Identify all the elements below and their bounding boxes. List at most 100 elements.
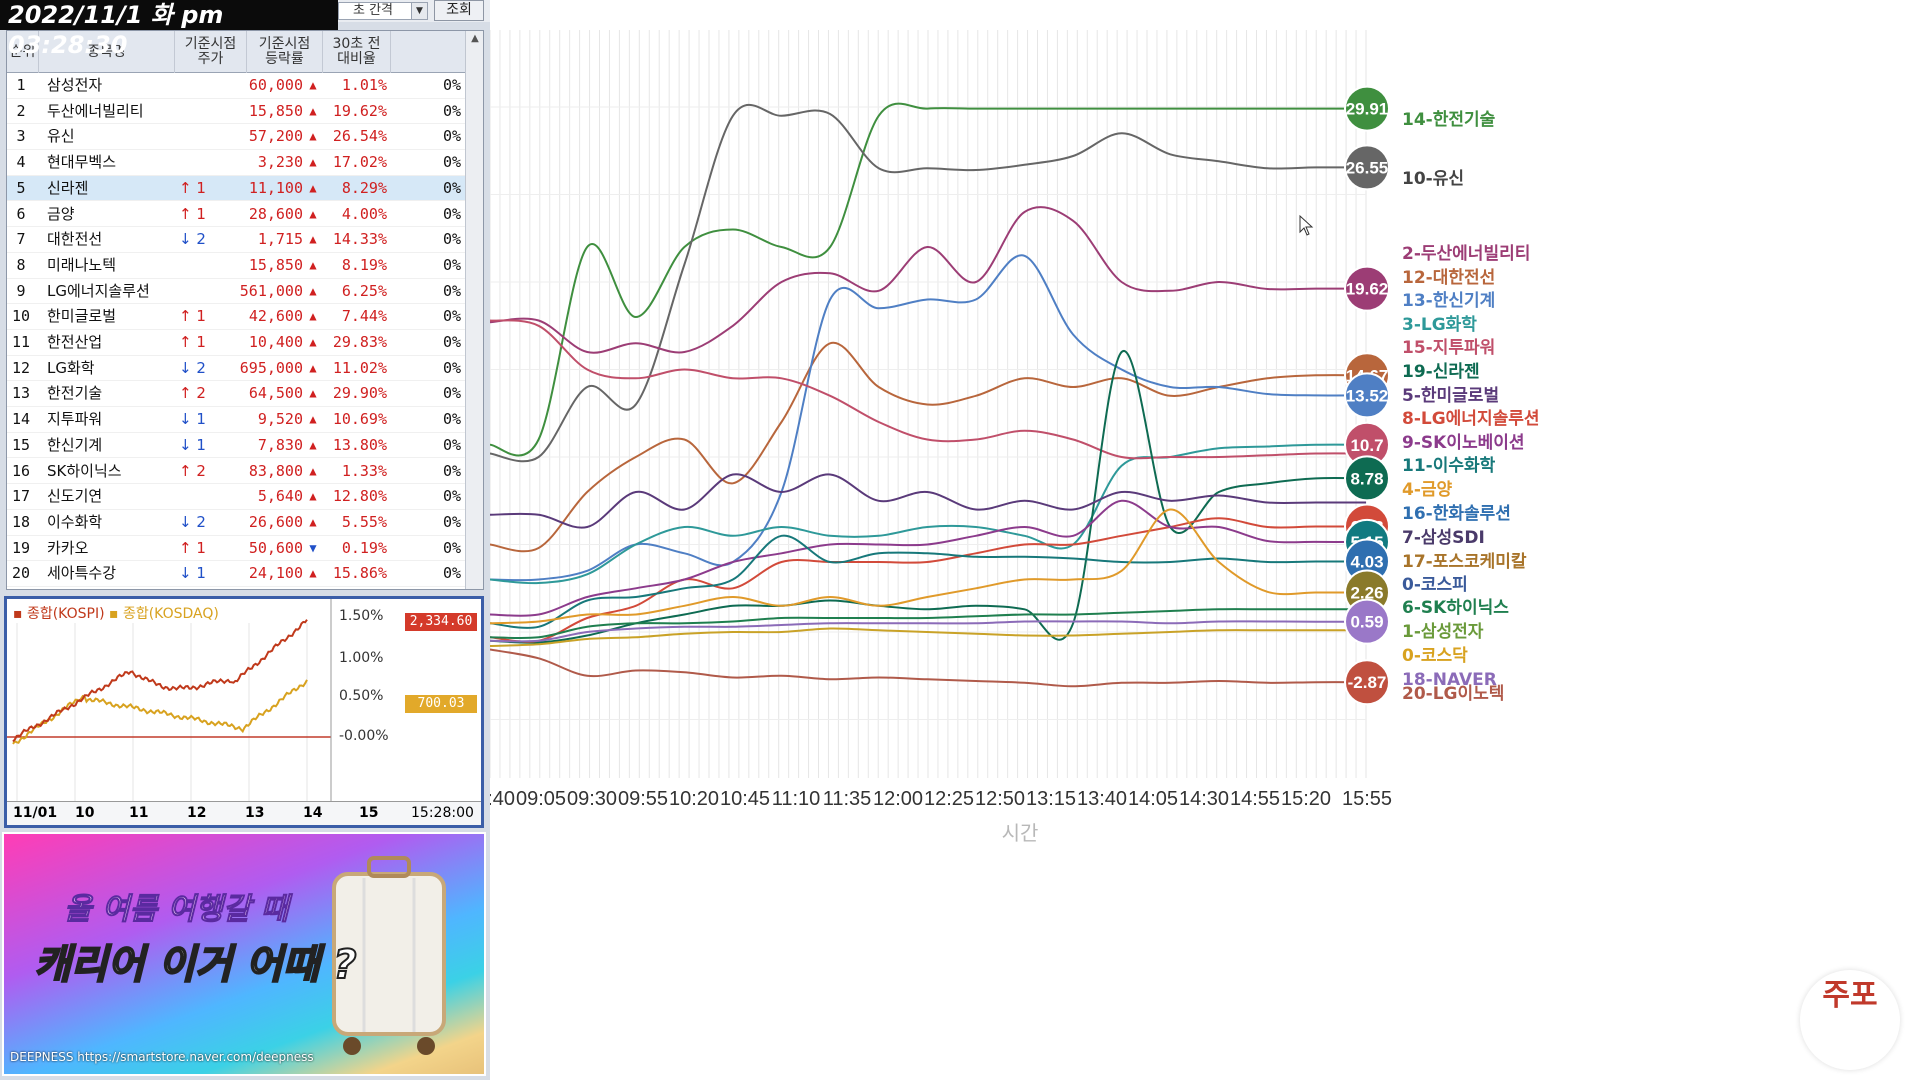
table-row[interactable]: 5 신라젠 ↑ 1 11,100 ▲ 8.29% 0% [7, 175, 465, 202]
x-tick-label: 14:55 [1230, 788, 1280, 810]
change-30s-cell: 0% [442, 487, 461, 506]
ad-headline-1: 올 여름 여행갈 때 [64, 892, 290, 928]
change-rate-cell: 26.54% [332, 127, 387, 146]
up-triangle-icon: ▲ [309, 283, 317, 298]
up-triangle-icon: ▲ [309, 566, 317, 581]
x-tick-label: 09:30 [567, 788, 617, 810]
down-triangle-icon: ▼ [309, 540, 317, 555]
legend-kospi: ▪ 종합(KOSPI) [13, 606, 105, 622]
rank-cell: 3 [16, 127, 26, 146]
table-row[interactable]: 7 대한전선 ↓ 2 1,715 ▲ 14.33% 0% [7, 227, 465, 253]
series-end-label: 15-지투파워 [1402, 338, 1495, 358]
x-tick-label: 14:05 [1128, 788, 1178, 810]
change-30s-cell: 0% [442, 461, 461, 480]
series-end-label: 2-두산에너빌리티 [1402, 244, 1530, 264]
legend-kosdaq: ▪ 종합(KOSDAQ) [108, 606, 219, 622]
x-tick-label: 11:10 [772, 788, 821, 810]
scroll-up-icon[interactable]: ▲ [469, 33, 481, 45]
table-row[interactable]: 9 LG에너지솔루션 561,000 ▲ 6.25% 0% [7, 279, 465, 305]
price-cell: 561,000 [239, 281, 303, 300]
x-tick-label: 08:40 [490, 788, 515, 810]
stock-name-cell: 세아특수강 [47, 564, 117, 583]
series-end-label: 4-금양 [1402, 480, 1453, 500]
series-end-label: 1-삼성전자 [1402, 622, 1484, 642]
series-end-label: 11-이수화학 [1402, 456, 1496, 476]
table-row[interactable]: 16 SK하이닉스 ↑ 2 83,800 ▲ 1.33% 0% [7, 459, 465, 485]
table-row[interactable]: 15 한신기계 ↓ 1 7,830 ▲ 13.80% 0% [7, 433, 465, 459]
table-row[interactable]: 14 지투파워 ↓ 1 9,520 ▲ 10.69% 0% [7, 407, 465, 433]
interval-label: 초 간격 [353, 3, 394, 18]
idx-time-label: 15:28:00 [411, 805, 474, 821]
table-row[interactable]: 1 삼성전자 60,000 ▲ 1.01% 0% [7, 73, 465, 99]
rank-move-cell: ↑ 2 [179, 384, 206, 403]
table-row[interactable]: 17 신도기연 5,640 ▲ 12.80% 0% [7, 484, 465, 510]
rank-cell: 10 [11, 307, 31, 326]
query-button[interactable]: 조회 [434, 0, 484, 21]
rank-table-scrollbar[interactable]: ▲ [465, 31, 483, 589]
rank-cell: 8 [16, 255, 26, 274]
idx-y-tick: 1.50% [339, 608, 383, 624]
rank-cell: 5 [16, 178, 26, 197]
header-30s-change[interactable]: 30초 전 대비율 [323, 31, 391, 73]
bubble-value-label: 19.62 [1346, 280, 1389, 299]
rank-move-cell: ↓ 2 [179, 512, 206, 531]
price-cell: 1,715 [257, 230, 303, 249]
change-30s-cell: 0% [442, 255, 461, 274]
change-rate-cell: 29.90% [332, 384, 387, 403]
price-cell: 5,640 [257, 487, 303, 506]
table-row[interactable]: 12 LG화학 ↓ 2 695,000 ▲ 11.02% 0% [7, 356, 465, 382]
price-cell: 15,850 [248, 101, 303, 120]
price-cell: 26,600 [248, 512, 303, 531]
table-row[interactable]: 18 이수화학 ↓ 2 26,600 ▲ 5.55% 0% [7, 510, 465, 536]
stock-name-cell: 미래나노텍 [47, 255, 117, 274]
table-row[interactable]: 8 미래나노텍 15,850 ▲ 8.19% 0% [7, 253, 465, 279]
series-end-label: 20-LG이노텍 [1402, 684, 1504, 704]
rank-cell: 14 [11, 410, 31, 429]
chevron-down-icon[interactable]: ▼ [411, 3, 427, 19]
table-row[interactable]: 6 금양 ↑ 1 28,600 ▲ 4.00% 0% [7, 202, 465, 228]
price-cell: 10,400 [248, 333, 303, 351]
up-triangle-icon: ▲ [309, 232, 317, 247]
up-triangle-icon: ▲ [309, 257, 317, 272]
up-triangle-icon: ▲ [309, 437, 317, 452]
change-rate-cell: 8.29% [341, 178, 387, 197]
x-tick-label: 15:20 [1281, 788, 1331, 810]
rank-cell: 6 [16, 204, 26, 223]
table-row[interactable]: 11 한전산업 ↑ 1 10,400 ▲ 29.83% 0% [7, 330, 465, 356]
table-row[interactable]: 20 세아특수강 ↓ 1 24,100 ▲ 15.86% 0% [7, 561, 465, 587]
change-rate-cell: 8.19% [341, 255, 387, 274]
change-rate-cell: 11.02% [332, 358, 387, 377]
table-row[interactable]: 3 유신 57,200 ▲ 26.54% 0% [7, 124, 465, 151]
table-row[interactable]: 10 한미글로벌 ↑ 1 42,600 ▲ 7.44% 0% [7, 304, 465, 330]
x-tick-label: 11:35 [823, 788, 872, 810]
up-triangle-icon: ▲ [309, 335, 317, 349]
rank-cell: 19 [11, 538, 31, 557]
table-row[interactable]: 19 카카오 ↑ 1 50,600 ▼ 0.19% 0% [7, 536, 465, 562]
price-cell: 28,600 [248, 204, 303, 223]
rank-move-cell: ↓ 1 [179, 564, 206, 583]
up-triangle-icon: ▲ [309, 360, 317, 375]
stock-name-cell: LG에너지솔루션 [47, 281, 150, 300]
change-rate-cell: 17.02% [332, 153, 387, 172]
table-row[interactable]: 13 한전기술 ↑ 2 64,500 ▲ 29.90% 0% [7, 381, 465, 408]
table-row[interactable]: 2 두산에너빌리티 15,850 ▲ 19.62% 0% [7, 99, 465, 125]
change-30s-cell: 0% [442, 512, 461, 531]
x-tick-label: 13:15 [1026, 788, 1076, 810]
rank-move-cell: ↑ 1 [179, 333, 206, 351]
main-chart-canvas: 0510152025등락률%08:4009:0509:3009:5510:201… [490, 30, 1540, 845]
x-tick-label: 09:05 [516, 788, 566, 810]
series-end-label: 14-한전기술 [1402, 110, 1496, 130]
header-price[interactable]: 기준시점 주가 [175, 31, 247, 73]
change-rate-cell: 7.44% [341, 307, 387, 326]
interval-select[interactable]: 초 간격 ▼ [338, 2, 428, 20]
bubble-value-label: 0.59 [1350, 613, 1383, 632]
series-end-label: 6-SK하이닉스 [1402, 598, 1509, 618]
ad-banner[interactable]: 올 여름 여행갈 때 캐리어 이거 어때 ? DEEPNESS https://… [2, 832, 486, 1076]
change-30s-cell: 0% [442, 307, 461, 326]
header-change-rate[interactable]: 기준시점 등락률 [247, 31, 323, 73]
price-cell: 60,000 [248, 76, 303, 94]
x-tick-label: 12:00 [873, 788, 923, 810]
bubble-value-label: 4.03 [1350, 552, 1383, 571]
table-row[interactable]: 4 현대무벡스 3,230 ▲ 17.02% 0% [7, 150, 465, 176]
change-rate-cell: 14.33% [332, 230, 387, 249]
